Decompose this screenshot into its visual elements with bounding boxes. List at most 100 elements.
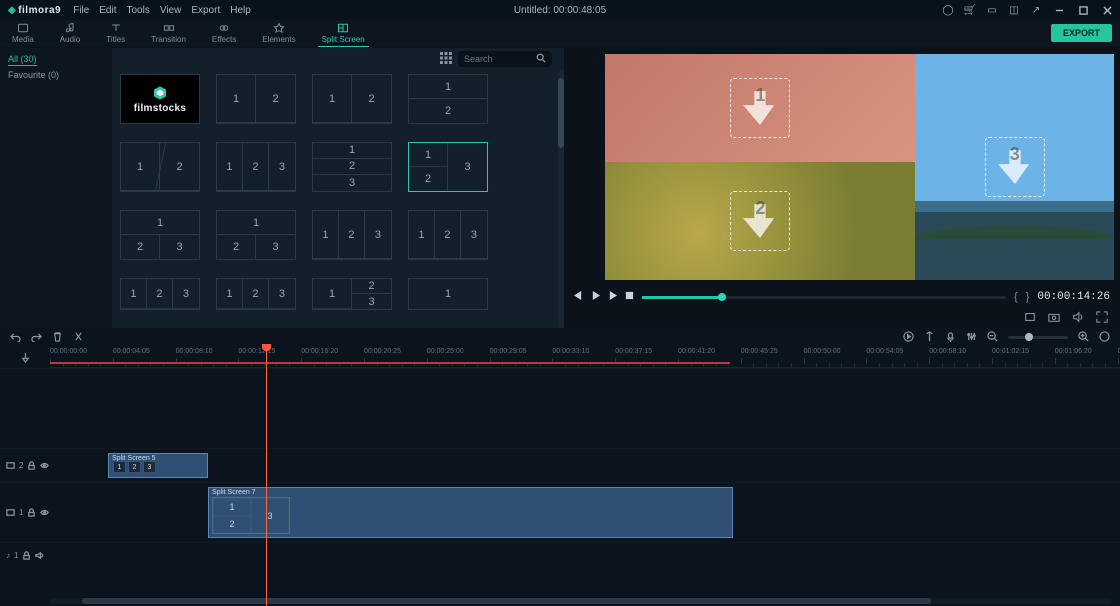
library-categories: All (30) Favourite (0): [0, 48, 112, 328]
menu-export[interactable]: Export: [191, 5, 220, 16]
grid-view-icon[interactable]: [440, 52, 452, 66]
seek-bar[interactable]: [642, 296, 1006, 299]
track-1-label: 1: [19, 508, 23, 517]
zoom-slider[interactable]: [1008, 336, 1068, 339]
template-1top-2bot-b[interactable]: 1 2 3: [216, 210, 296, 260]
template-diag-2[interactable]: 1 2: [120, 142, 200, 192]
preview-panel: 1 2 3 { } 00:00:14:26: [564, 48, 1120, 328]
template-3cols-c[interactable]: 1 2 3: [408, 210, 488, 260]
template-grid: filmstocks 1 2 1 2: [112, 70, 558, 328]
audio-track-1[interactable]: ♪ 1: [0, 542, 1120, 568]
main-pane: All (30) Favourite (0) Search: [0, 48, 1120, 328]
tab-media[interactable]: Media: [8, 22, 38, 46]
next-frame-button[interactable]: [608, 291, 617, 303]
titlebar: ◆filmora9 File Edit Tools View Export He…: [0, 0, 1120, 20]
speed-button[interactable]: [94, 329, 105, 347]
audio-track-icon: ♪: [6, 551, 10, 560]
close-button[interactable]: [1100, 3, 1114, 17]
eye-icon[interactable]: [40, 508, 49, 517]
delete-button[interactable]: [52, 329, 63, 347]
playhead[interactable]: [266, 346, 267, 606]
mark-in-icon[interactable]: {: [1014, 291, 1018, 303]
library-icon[interactable]: ▭: [986, 4, 998, 16]
template-1top-2bot[interactable]: 1 2 3: [120, 210, 200, 260]
clip-split-screen-5[interactable]: Split Screen 5 1 2 3: [108, 453, 208, 478]
maximize-button[interactable]: [1076, 3, 1090, 17]
work-area-range[interactable]: [50, 362, 730, 364]
clip-split-screen-7[interactable]: Split Screen 7 1 3 2: [208, 487, 733, 538]
template-3diag[interactable]: 1 2 3: [120, 278, 200, 310]
template-3cols-b[interactable]: 1 2 3: [312, 210, 392, 260]
preview-controls: { } 00:00:14:26: [564, 286, 1120, 310]
template-2cols[interactable]: 1 2: [216, 74, 296, 124]
timeline-scrollbar[interactable]: [50, 598, 1112, 604]
export-button[interactable]: EXPORT: [1051, 24, 1112, 42]
stop-button[interactable]: [625, 291, 634, 303]
preview-viewport[interactable]: 1 2 3: [570, 54, 1114, 280]
volume-icon[interactable]: [1072, 310, 1084, 324]
template-3diag-b[interactable]: 1 2 3: [216, 278, 296, 310]
menu-edit[interactable]: Edit: [99, 5, 116, 16]
tab-transition[interactable]: Transition: [147, 22, 190, 46]
render-button[interactable]: [903, 329, 914, 347]
document-title: Untitled: 00:00:48:05: [514, 5, 606, 16]
preview-zone-2[interactable]: 2: [605, 162, 915, 280]
search-icon: [536, 53, 546, 65]
tab-elements[interactable]: Elements: [258, 22, 299, 46]
lock-icon[interactable]: [22, 551, 31, 560]
template-L3-selected[interactable]: 1 2 3: [408, 142, 488, 192]
preview-zone-3[interactable]: 3: [915, 54, 1114, 280]
speaker-icon[interactable]: [35, 551, 44, 560]
prev-frame-button[interactable]: [574, 291, 583, 303]
template-3cols[interactable]: 1 2 3: [216, 142, 296, 192]
template-3rows[interactable]: 1 2 3: [312, 142, 392, 192]
tab-titles[interactable]: Titles: [102, 22, 129, 46]
lock-icon[interactable]: [27, 508, 36, 517]
tab-split-screen[interactable]: Split Screen: [318, 22, 369, 47]
snapshot-icon[interactable]: [1048, 310, 1060, 324]
redo-button[interactable]: [31, 329, 42, 347]
mixer-button[interactable]: [966, 329, 977, 347]
minimize-button[interactable]: [1052, 3, 1066, 17]
cart-icon[interactable]: 🛒: [964, 4, 976, 16]
marker-button[interactable]: [924, 329, 935, 347]
app-logo: ◆filmora9: [8, 5, 61, 16]
user-icon[interactable]: ◯: [942, 4, 954, 16]
category-favourite[interactable]: Favourite (0): [8, 70, 104, 80]
fullscreen-icon[interactable]: [1096, 310, 1108, 324]
lock-icon[interactable]: [27, 461, 36, 470]
timeline-pin-icon[interactable]: [0, 346, 50, 368]
split-button[interactable]: [73, 329, 84, 347]
audio-track-label: 1: [14, 551, 18, 560]
template-1-2-3[interactable]: 1 2 3: [312, 278, 392, 310]
time-ruler[interactable]: 00:00:00:0000:00:04:0500:00:08:1000:00:1…: [50, 346, 1120, 368]
preview-timecode: 00:00:14:26: [1037, 291, 1110, 303]
zoom-out-button[interactable]: [987, 329, 998, 347]
template-2rows[interactable]: 1 2: [408, 74, 488, 124]
video-track-1[interactable]: 1 Split Screen 7 1 3 2: [0, 482, 1120, 542]
menu-help[interactable]: Help: [230, 5, 251, 16]
quality-icon[interactable]: [1024, 310, 1036, 324]
filmstocks-tile[interactable]: filmstocks: [120, 74, 200, 124]
video-track-2[interactable]: 2 Split Screen 5 1 2 3: [0, 448, 1120, 482]
template-2cols-b[interactable]: 1 2: [312, 74, 392, 124]
search-input[interactable]: Search: [458, 51, 552, 67]
tab-effects[interactable]: Effects: [208, 22, 240, 46]
share-icon[interactable]: ↗: [1030, 4, 1042, 16]
mark-out-icon[interactable]: }: [1026, 291, 1030, 303]
undo-button[interactable]: [10, 329, 21, 347]
crop-button[interactable]: [115, 329, 126, 347]
preview-zone-1[interactable]: 1: [605, 54, 915, 162]
menu-file[interactable]: File: [73, 5, 89, 16]
menu-view[interactable]: View: [160, 5, 182, 16]
voiceover-button[interactable]: [945, 329, 956, 347]
play-button[interactable]: [591, 291, 600, 303]
zoom-in-button[interactable]: [1078, 329, 1089, 347]
box-icon[interactable]: ◫: [1008, 4, 1020, 16]
menu-tools[interactable]: Tools: [126, 5, 149, 16]
zoom-fit-button[interactable]: [1099, 329, 1110, 347]
category-all[interactable]: All (30): [8, 54, 37, 66]
eye-icon[interactable]: [40, 461, 49, 470]
tab-audio[interactable]: Audio: [56, 22, 84, 46]
template-single[interactable]: 1: [408, 278, 488, 310]
